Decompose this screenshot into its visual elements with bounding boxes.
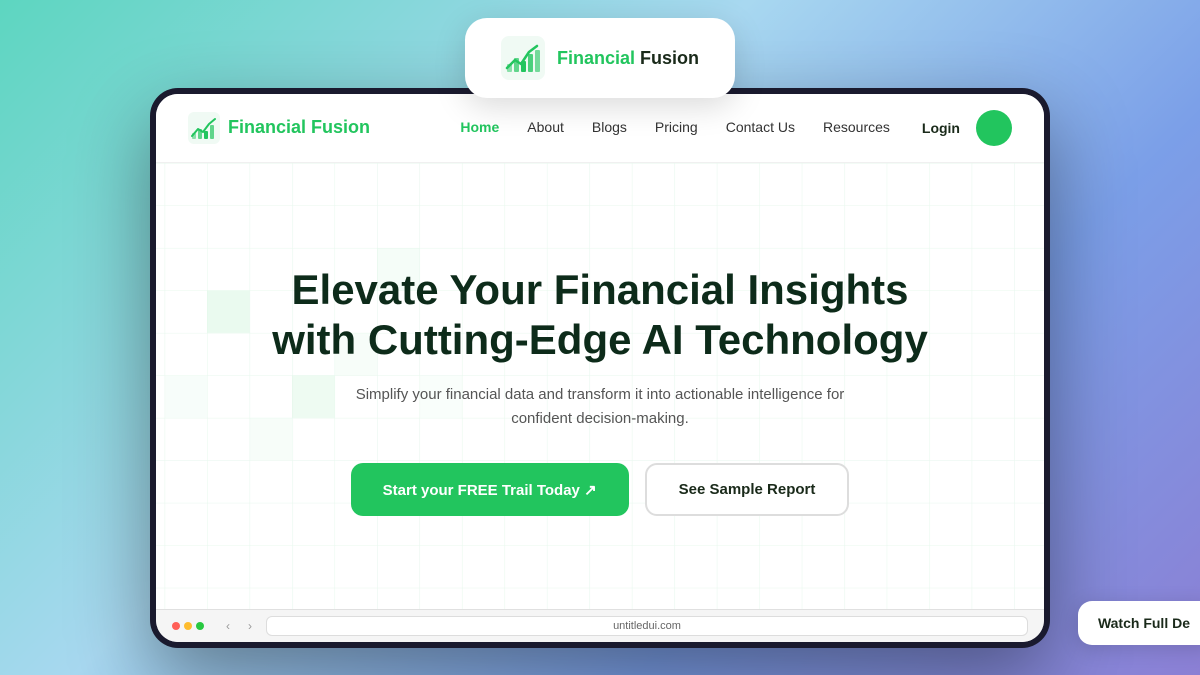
nav-links: Home About Blogs Pricing Contact Us Reso… <box>460 119 890 137</box>
sample-report-button[interactable]: See Sample Report <box>645 463 850 516</box>
navbar: Financial Fusion Home About Blogs Pricin… <box>156 94 1044 163</box>
nav-item-resources[interactable]: Resources <box>823 119 890 137</box>
close-dot <box>172 622 180 630</box>
nav-item-blogs[interactable]: Blogs <box>592 119 627 137</box>
nav-cta-button[interactable] <box>976 110 1012 146</box>
nav-logo-icon <box>188 112 220 144</box>
nav-item-pricing[interactable]: Pricing <box>655 119 698 137</box>
browser-dots <box>172 622 204 630</box>
browser-bar: ‹ › untitledui.com <box>156 609 1044 642</box>
back-icon[interactable]: ‹ <box>220 618 236 634</box>
nav-item-contact[interactable]: Contact Us <box>726 119 795 137</box>
browser-nav: ‹ › <box>220 618 258 634</box>
hero-content: Elevate Your Financial Insights with Cut… <box>272 265 928 517</box>
nav-logo: Financial Fusion <box>188 112 370 144</box>
logo-text: Financial Fusion <box>557 48 699 69</box>
minimize-dot <box>184 622 192 630</box>
maximize-dot <box>196 622 204 630</box>
hero-buttons: Start your FREE Trail Today ↗ See Sample… <box>272 463 928 516</box>
url-bar[interactable]: untitledui.com <box>266 616 1028 636</box>
nav-item-home[interactable]: Home <box>460 119 499 137</box>
nav-brand-name: Financial Fusion <box>228 117 370 138</box>
hero-title: Elevate Your Financial Insights with Cut… <box>272 265 928 366</box>
logo-icon <box>501 36 545 80</box>
hero-section: Elevate Your Financial Insights with Cut… <box>156 163 1044 609</box>
device-screen: Financial Fusion Home About Blogs Pricin… <box>156 94 1044 642</box>
device-frame: Financial Fusion Home About Blogs Pricin… <box>150 88 1050 648</box>
hero-subtitle: Simplify your financial data and transfo… <box>340 383 860 431</box>
logo-card: Financial Fusion <box>465 18 735 98</box>
forward-icon[interactable]: › <box>242 618 258 634</box>
login-button[interactable]: Login <box>922 120 960 136</box>
nav-item-about[interactable]: About <box>527 119 564 137</box>
watch-demo-card[interactable]: Watch Full De <box>1078 601 1200 645</box>
free-trial-button[interactable]: Start your FREE Trail Today ↗ <box>351 463 629 516</box>
